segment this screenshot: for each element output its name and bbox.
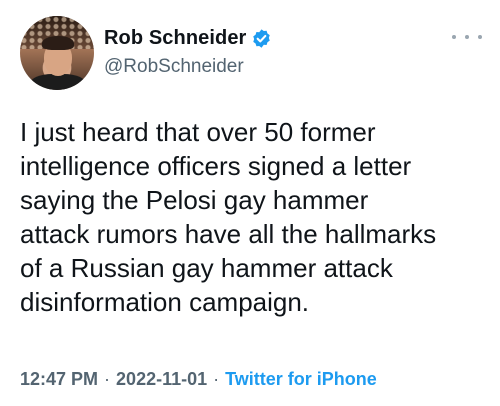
tweet-date[interactable]: 2022-11-01 xyxy=(116,369,207,390)
tweet-time[interactable]: 12:47 PM xyxy=(20,369,98,390)
verified-badge-icon xyxy=(251,28,272,49)
more-dot xyxy=(452,35,456,39)
tweet-card: Rob Schneider @RobSchneider I just heard… xyxy=(0,0,500,406)
more-dot xyxy=(465,35,469,39)
more-options-icon[interactable] xyxy=(452,27,482,47)
author-handle[interactable]: @RobSchneider xyxy=(104,56,244,78)
more-dot xyxy=(478,35,482,39)
author-name-row: Rob Schneider xyxy=(104,27,272,50)
author-display-name[interactable]: Rob Schneider xyxy=(104,27,246,50)
meta-separator: · xyxy=(104,369,111,389)
meta-separator: · xyxy=(213,369,220,389)
avatar[interactable] xyxy=(20,16,94,90)
tweet-meta: 12:47 PM · 2022-11-01 · Twitter for iPho… xyxy=(20,369,377,390)
avatar-hair xyxy=(42,36,74,50)
avatar-shirt xyxy=(30,74,86,90)
tweet-text: I just heard that over 50 former intelli… xyxy=(20,117,437,317)
tweet-source-link[interactable]: Twitter for iPhone xyxy=(225,369,377,390)
